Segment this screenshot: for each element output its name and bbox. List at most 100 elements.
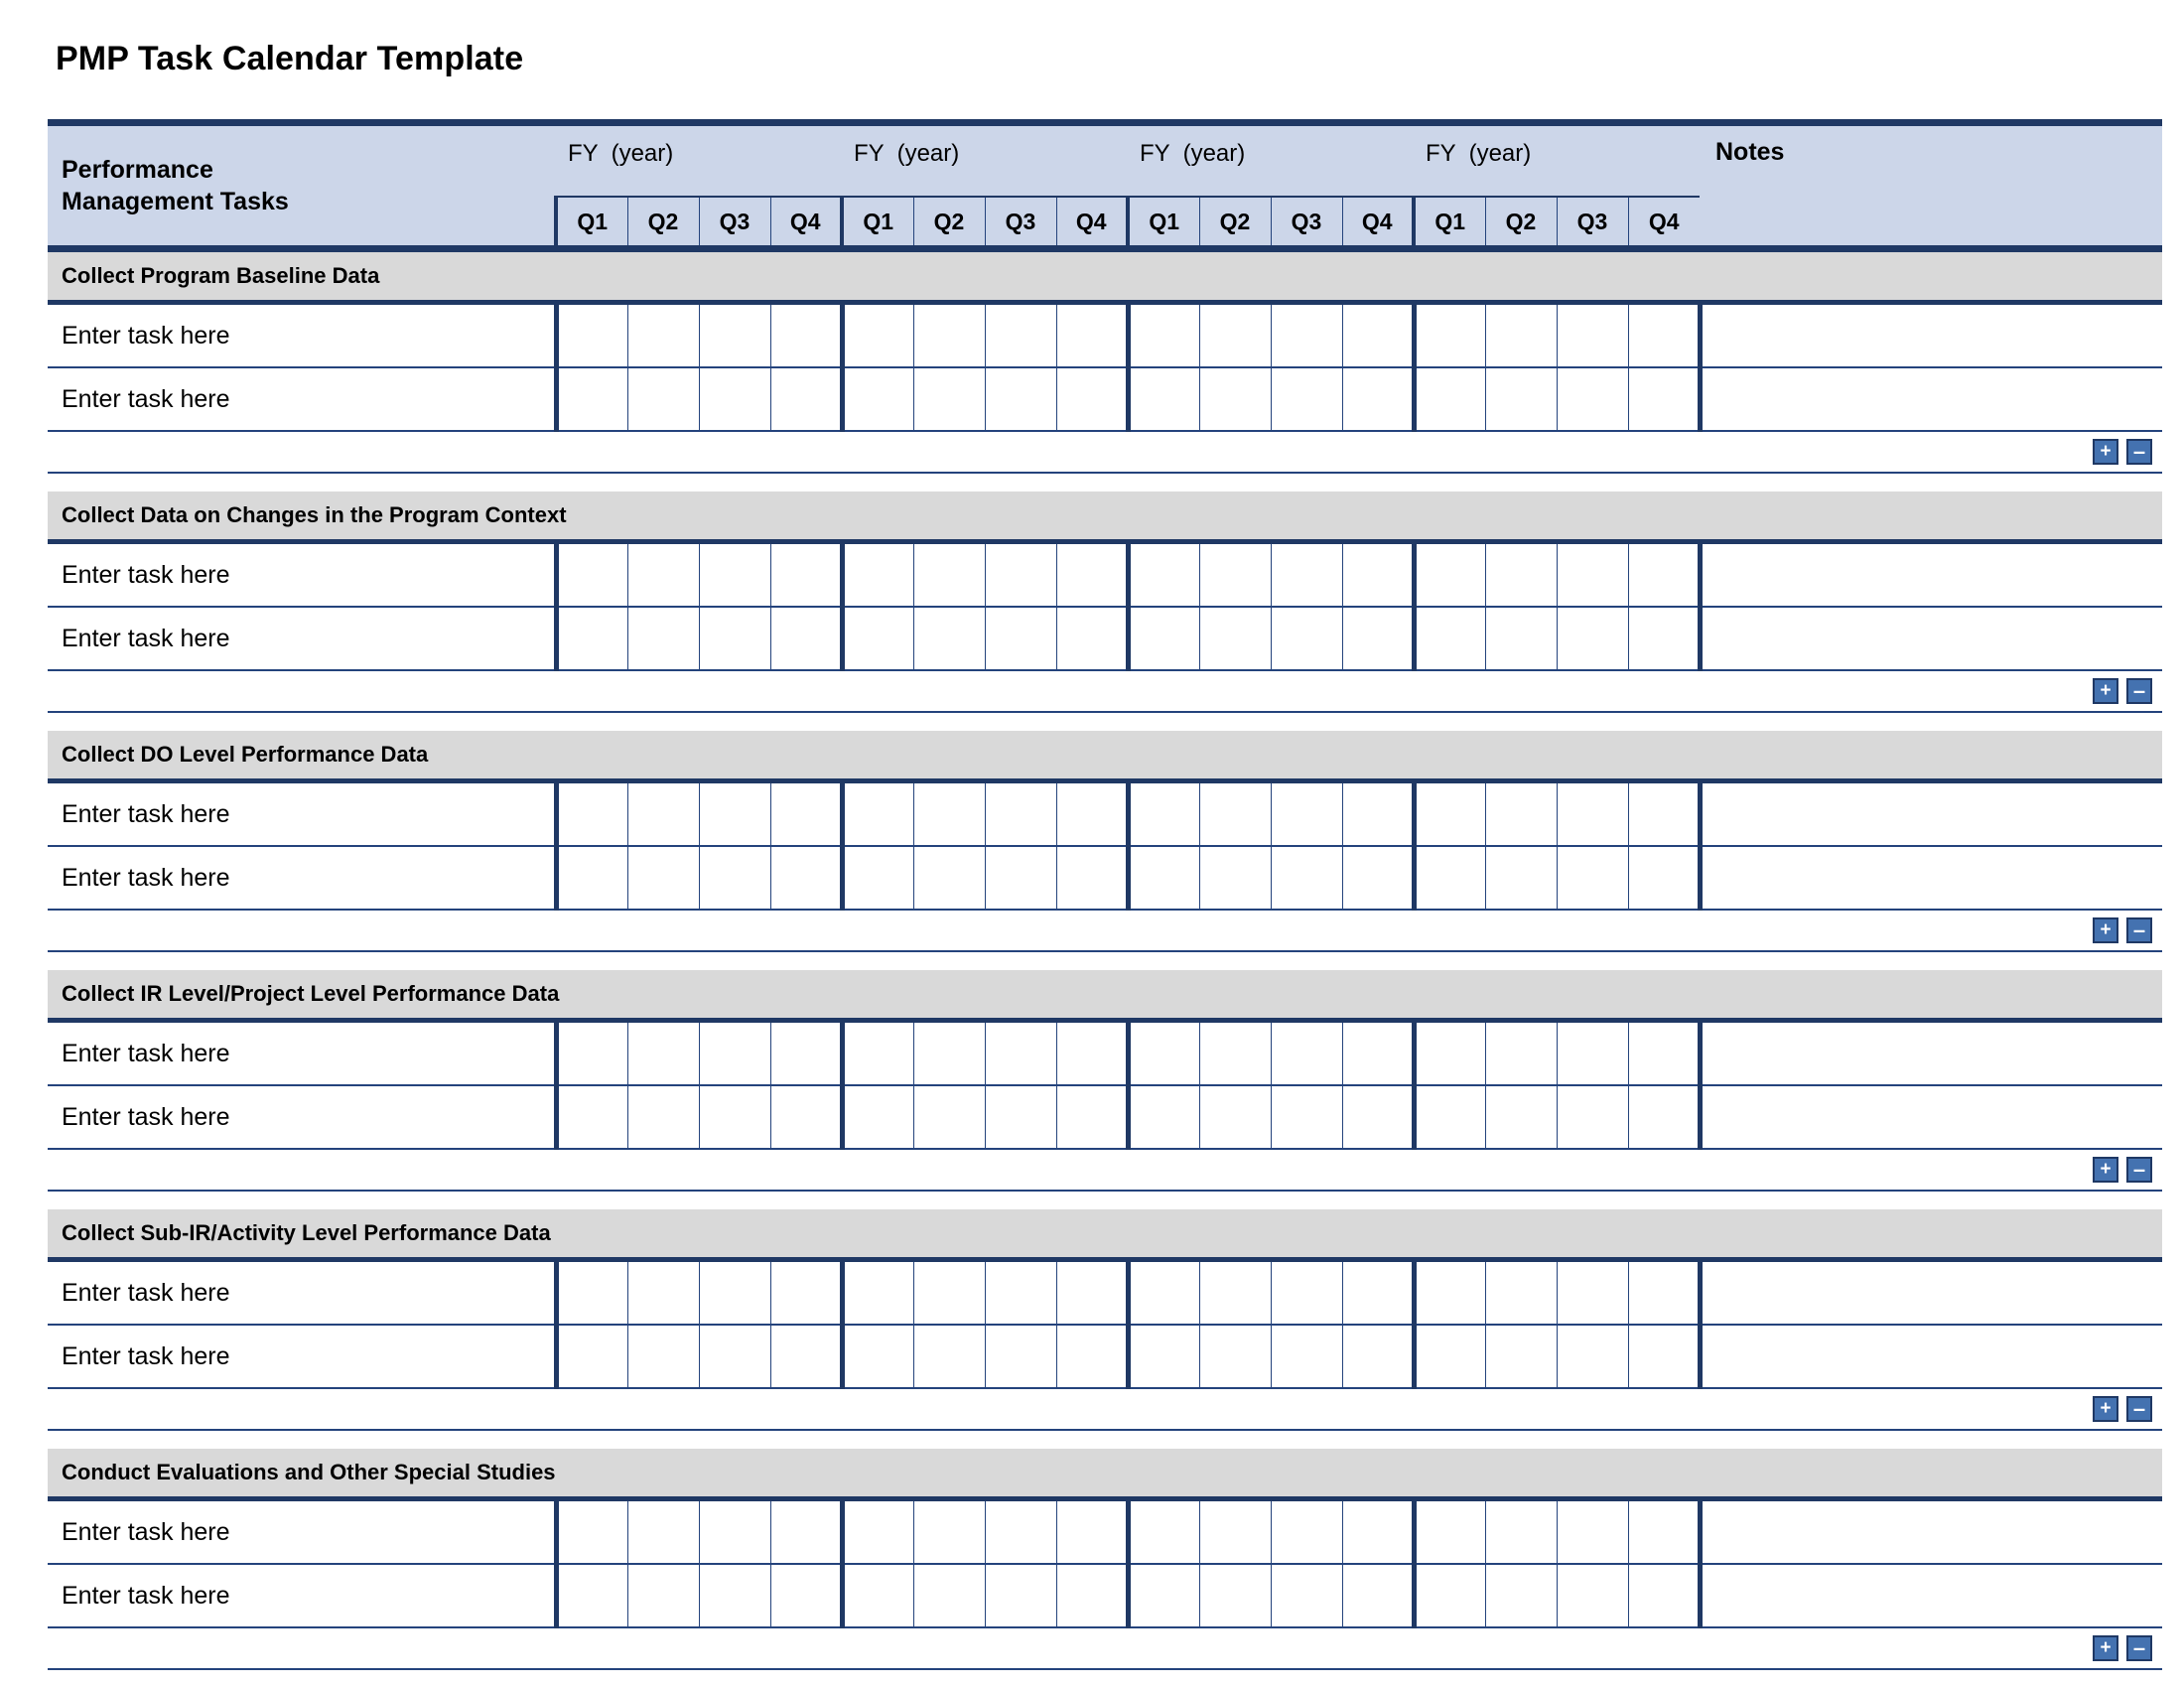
quarter-cell-fy3-q3[interactable] <box>1270 607 1342 671</box>
remove-row-button[interactable]: – <box>2126 917 2152 943</box>
quarter-cell-fy4-q3[interactable] <box>1556 1325 1628 1389</box>
quarter-cell-fy1-q1[interactable] <box>553 1501 627 1565</box>
quarter-cell-fy2-q2[interactable] <box>912 367 985 432</box>
quarter-cell-fy2-q2[interactable] <box>912 544 985 608</box>
quarter-cell-fy2-q3[interactable] <box>984 544 1056 608</box>
quarter-cell-fy2-q4[interactable] <box>1055 783 1128 847</box>
add-row-button[interactable]: + <box>2093 1635 2118 1661</box>
task-row[interactable]: Enter task here <box>48 1564 2162 1628</box>
quarter-cell-fy3-q4[interactable] <box>1341 1085 1414 1150</box>
quarter-cell-fy1-q1[interactable] <box>553 367 627 432</box>
add-row-button[interactable]: + <box>2093 1396 2118 1422</box>
quarter-cell-fy3-q3[interactable] <box>1270 1023 1342 1086</box>
quarter-cell-fy4-q2[interactable] <box>1484 1262 1557 1326</box>
quarter-cell-fy4-q2[interactable] <box>1484 1325 1557 1389</box>
quarter-cell-fy2-q3[interactable] <box>984 305 1056 368</box>
task-row[interactable]: Enter task here <box>48 544 2162 608</box>
quarter-cell-fy3-q1[interactable] <box>1125 1501 1199 1565</box>
task-row[interactable]: Enter task here <box>48 1085 2162 1150</box>
notes-cell[interactable] <box>1697 1564 2162 1628</box>
quarter-cell-fy2-q1[interactable] <box>839 1085 913 1150</box>
task-row[interactable]: Enter task here <box>48 783 2162 847</box>
quarter-cell-fy3-q2[interactable] <box>1198 1085 1271 1150</box>
quarter-cell-fy3-q4[interactable] <box>1341 544 1414 608</box>
quarter-cell-fy4-q3[interactable] <box>1556 607 1628 671</box>
task-name-input[interactable]: Enter task here <box>48 783 556 847</box>
quarter-cell-fy2-q1[interactable] <box>839 305 913 368</box>
quarter-cell-fy4-q3[interactable] <box>1556 1262 1628 1326</box>
remove-row-button[interactable]: – <box>2126 1157 2152 1183</box>
quarter-cell-fy2-q3[interactable] <box>984 1564 1056 1628</box>
quarter-cell-fy4-q4[interactable] <box>1627 1325 1700 1389</box>
quarter-cell-fy1-q4[interactable] <box>769 607 842 671</box>
quarter-cell-fy2-q2[interactable] <box>912 783 985 847</box>
quarter-cell-fy3-q3[interactable] <box>1270 1325 1342 1389</box>
quarter-cell-fy1-q3[interactable] <box>698 1085 770 1150</box>
quarter-cell-fy1-q3[interactable] <box>698 783 770 847</box>
quarter-cell-fy1-q3[interactable] <box>698 544 770 608</box>
quarter-cell-fy1-q1[interactable] <box>553 305 627 368</box>
quarter-cell-fy3-q1[interactable] <box>1125 607 1199 671</box>
task-row[interactable]: Enter task here <box>48 1501 2162 1565</box>
quarter-cell-fy2-q3[interactable] <box>984 607 1056 671</box>
quarter-cell-fy3-q1[interactable] <box>1125 1564 1199 1628</box>
quarter-cell-fy2-q2[interactable] <box>912 1501 985 1565</box>
quarter-cell-fy4-q1[interactable] <box>1411 1262 1485 1326</box>
quarter-cell-fy4-q1[interactable] <box>1411 1564 1485 1628</box>
task-name-input[interactable]: Enter task here <box>48 1262 556 1326</box>
quarter-cell-fy4-q3[interactable] <box>1556 1023 1628 1086</box>
quarter-cell-fy3-q1[interactable] <box>1125 367 1199 432</box>
quarter-cell-fy1-q2[interactable] <box>626 367 699 432</box>
quarter-cell-fy1-q3[interactable] <box>698 305 770 368</box>
add-row-button[interactable]: + <box>2093 678 2118 704</box>
quarter-cell-fy2-q3[interactable] <box>984 1501 1056 1565</box>
quarter-cell-fy1-q4[interactable] <box>769 1262 842 1326</box>
quarter-cell-fy1-q2[interactable] <box>626 1325 699 1389</box>
quarter-cell-fy3-q2[interactable] <box>1198 1325 1271 1389</box>
quarter-cell-fy3-q4[interactable] <box>1341 1023 1414 1086</box>
quarter-cell-fy1-q1[interactable] <box>553 607 627 671</box>
quarter-cell-fy3-q1[interactable] <box>1125 544 1199 608</box>
quarter-cell-fy3-q3[interactable] <box>1270 544 1342 608</box>
quarter-cell-fy4-q3[interactable] <box>1556 1085 1628 1150</box>
remove-row-button[interactable]: – <box>2126 678 2152 704</box>
quarter-cell-fy2-q1[interactable] <box>839 607 913 671</box>
notes-cell[interactable] <box>1697 1023 2162 1086</box>
quarter-cell-fy3-q1[interactable] <box>1125 1085 1199 1150</box>
quarter-cell-fy1-q3[interactable] <box>698 367 770 432</box>
notes-cell[interactable] <box>1697 1262 2162 1326</box>
quarter-cell-fy4-q4[interactable] <box>1627 1501 1700 1565</box>
quarter-cell-fy3-q3[interactable] <box>1270 846 1342 911</box>
quarter-cell-fy4-q4[interactable] <box>1627 783 1700 847</box>
quarter-cell-fy2-q1[interactable] <box>839 544 913 608</box>
quarter-cell-fy3-q3[interactable] <box>1270 367 1342 432</box>
quarter-cell-fy4-q4[interactable] <box>1627 1262 1700 1326</box>
quarter-cell-fy1-q2[interactable] <box>626 1262 699 1326</box>
quarter-cell-fy4-q1[interactable] <box>1411 846 1485 911</box>
quarter-cell-fy3-q3[interactable] <box>1270 1564 1342 1628</box>
quarter-cell-fy1-q3[interactable] <box>698 1501 770 1565</box>
quarter-cell-fy3-q2[interactable] <box>1198 544 1271 608</box>
quarter-cell-fy2-q1[interactable] <box>839 1501 913 1565</box>
quarter-cell-fy1-q1[interactable] <box>553 1325 627 1389</box>
task-name-input[interactable]: Enter task here <box>48 367 556 432</box>
quarter-cell-fy4-q2[interactable] <box>1484 544 1557 608</box>
notes-cell[interactable] <box>1697 607 2162 671</box>
quarter-cell-fy2-q1[interactable] <box>839 846 913 911</box>
quarter-cell-fy2-q2[interactable] <box>912 305 985 368</box>
quarter-cell-fy2-q1[interactable] <box>839 367 913 432</box>
quarter-cell-fy3-q1[interactable] <box>1125 1262 1199 1326</box>
quarter-cell-fy3-q2[interactable] <box>1198 1023 1271 1086</box>
quarter-cell-fy1-q4[interactable] <box>769 367 842 432</box>
quarter-cell-fy4-q4[interactable] <box>1627 607 1700 671</box>
quarter-cell-fy1-q2[interactable] <box>626 846 699 911</box>
quarter-cell-fy4-q1[interactable] <box>1411 367 1485 432</box>
quarter-cell-fy4-q2[interactable] <box>1484 367 1557 432</box>
quarter-cell-fy1-q2[interactable] <box>626 305 699 368</box>
remove-row-button[interactable]: – <box>2126 1396 2152 1422</box>
remove-row-button[interactable]: – <box>2126 1635 2152 1661</box>
quarter-cell-fy3-q3[interactable] <box>1270 1262 1342 1326</box>
quarter-cell-fy3-q4[interactable] <box>1341 783 1414 847</box>
task-row[interactable]: Enter task here <box>48 607 2162 671</box>
task-row[interactable]: Enter task here <box>48 367 2162 432</box>
